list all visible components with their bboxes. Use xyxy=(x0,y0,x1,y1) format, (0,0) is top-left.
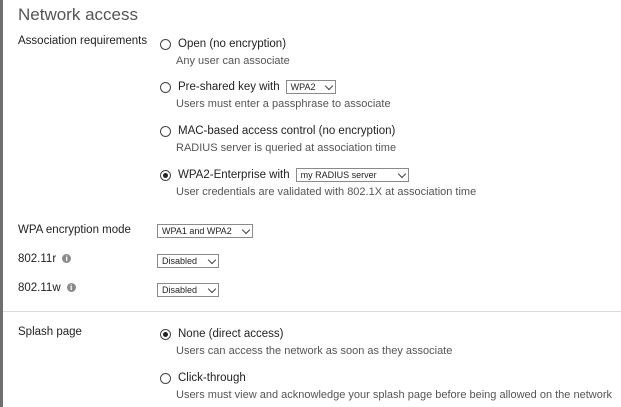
assoc-option-open[interactable]: Open (no encryption) Any user can associ… xyxy=(160,36,290,67)
splash-option-click-through-label: Click-through xyxy=(178,372,246,384)
assoc-option-psk-desc: Users must enter a passphrase to associa… xyxy=(176,98,391,110)
chevron-down-icon xyxy=(324,81,333,90)
assoc-option-psk-label: Pre-shared key with xyxy=(178,81,280,93)
radio-open[interactable] xyxy=(160,38,171,50)
radio-mac[interactable] xyxy=(160,125,171,137)
wpa-mode-label: WPA encryption mode xyxy=(18,224,131,236)
section-divider xyxy=(3,311,621,312)
chevron-down-icon xyxy=(207,255,217,264)
splash-option-click-through[interactable]: Click-through Users must view and acknow… xyxy=(160,370,612,401)
radio-splash-click-through[interactable] xyxy=(160,372,171,384)
assoc-option-enterprise-label: WPA2-Enterprise with xyxy=(178,169,290,181)
info-icon[interactable]: i xyxy=(62,254,72,264)
radio-psk[interactable] xyxy=(160,81,171,93)
left-border xyxy=(0,0,3,407)
assoc-option-enterprise[interactable]: WPA2-Enterprise with my RADIUS server Us… xyxy=(160,167,476,198)
assoc-option-mac[interactable]: MAC-based access control (no encryption)… xyxy=(160,123,396,154)
chevron-down-icon xyxy=(241,225,251,234)
radius-server-value: my RADIUS server xyxy=(300,170,377,180)
assoc-option-open-desc: Any user can associate xyxy=(176,55,290,67)
80211w-label-row: 802.11w i xyxy=(18,282,76,294)
page-title: Network access xyxy=(18,5,138,24)
psk-type-select[interactable]: WPA2 xyxy=(285,80,336,94)
80211r-select[interactable]: Disabled xyxy=(157,254,219,268)
radius-server-select[interactable]: my RADIUS server xyxy=(295,168,409,182)
association-requirements-label: Association requirements xyxy=(18,35,148,47)
assoc-option-psk[interactable]: Pre-shared key with WPA2 Users must ente… xyxy=(160,79,391,110)
wpa-mode-select[interactable]: WPA1 and WPA2 xyxy=(157,224,253,238)
splash-option-none-label: None (direct access) xyxy=(178,328,284,340)
info-icon[interactable]: i xyxy=(66,283,76,293)
assoc-option-open-label: Open (no encryption) xyxy=(178,38,287,50)
splash-option-click-through-desc: Users must view and acknowledge your spl… xyxy=(176,389,612,401)
assoc-option-mac-label: MAC-based access control (no encryption) xyxy=(178,125,396,137)
80211r-label-row: 802.11r i xyxy=(18,253,72,265)
chevron-down-icon xyxy=(207,284,217,293)
assoc-option-enterprise-desc: User credentials are validated with 802.… xyxy=(176,186,477,198)
80211r-label: 802.11r xyxy=(18,253,57,265)
radio-enterprise[interactable] xyxy=(160,169,171,181)
80211r-value: Disabled xyxy=(162,256,198,266)
80211w-value: Disabled xyxy=(162,285,198,295)
splash-page-label: Splash page xyxy=(18,326,82,338)
80211w-select[interactable]: Disabled xyxy=(157,283,219,297)
assoc-option-mac-desc: RADIUS server is queried at association … xyxy=(176,142,397,154)
chevron-down-icon xyxy=(397,169,406,178)
radio-splash-none[interactable] xyxy=(160,328,171,340)
psk-type-value: WPA2 xyxy=(290,82,316,92)
splash-option-none-desc: Users can access the network as soon as … xyxy=(176,345,453,357)
splash-option-none[interactable]: None (direct access) Users can access th… xyxy=(160,326,452,357)
80211w-label: 802.11w xyxy=(18,282,61,294)
wpa-mode-value: WPA1 and WPA2 xyxy=(162,226,232,236)
